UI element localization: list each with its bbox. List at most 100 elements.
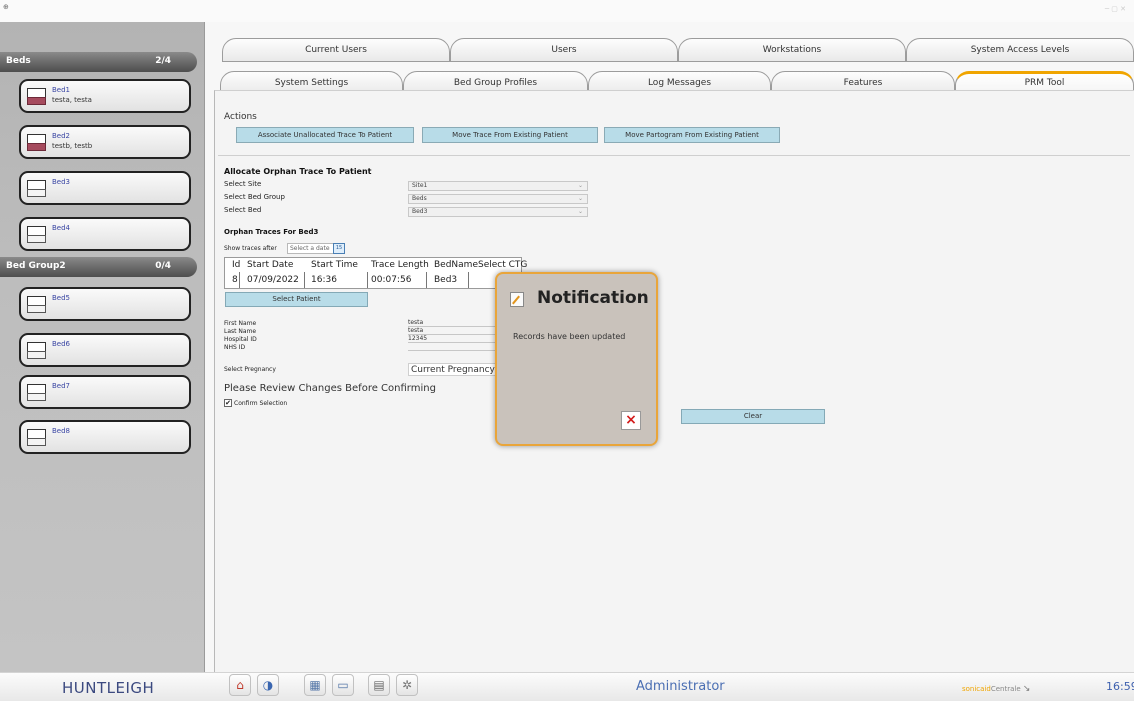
associate-unallocated-trace-button[interactable]: Associate Unallocated Trace To Patient [236,127,414,143]
window-controls[interactable]: ─ ▢ ✕ [1105,5,1126,13]
orphan-traces-heading: Orphan Traces For Bed3 [224,228,319,236]
bed-tile-bed4[interactable]: Bed4 [19,217,191,251]
nhs-id-field[interactable] [408,343,498,351]
logged-in-user: Administrator [636,679,725,694]
bed-select[interactable]: Bed3 ⌄ [408,207,588,217]
cell-start-time[interactable]: 16:36 [311,275,337,285]
bed-tile-bed5[interactable]: Bed5 [19,287,191,321]
bed-tile-bed7[interactable]: Bed7 [19,375,191,409]
bed-group-select[interactable]: Beds ⌄ [408,194,588,204]
group-count: 0/4 [155,261,171,271]
bed-tile-bed8[interactable]: Bed8 [19,420,191,454]
select-pregnancy-label: Select Pregnancy [224,366,276,373]
allocate-heading: Allocate Orphan Trace To Patient [224,167,372,176]
pregnancy-select[interactable]: Current Pregnancy [408,363,498,376]
bed-group-header-group2[interactable]: Bed Group2 0/4 [0,257,197,277]
cell-trace-length[interactable]: 00:07:56 [371,275,411,285]
notification-dialog: Notification Records have been updated × [495,272,658,446]
brand-left: sonicaid [962,685,991,693]
gear-icon[interactable]: ✲ [396,674,418,696]
tab-row-1: Current Users Users Workstations System … [218,38,1134,62]
monitor-icon[interactable]: ▭ [332,674,354,696]
divider [367,272,368,288]
date-picker-input[interactable]: Select a date [287,243,339,254]
grid-view-icon[interactable]: ▦ [304,674,326,696]
bed-icon [27,88,46,106]
group-name: Beds [6,56,31,66]
bed-patient-name: testb, testb [52,142,93,150]
huntleigh-logo: HUNTLEIGH [62,679,155,697]
prm-tool-panel [214,90,1134,672]
column-header-start-time[interactable]: Start Time [311,260,358,270]
cell-id[interactable]: 8 [232,275,238,285]
column-header-id[interactable]: Id [232,260,240,270]
bed-name: Bed6 [52,340,71,348]
notification-message: Records have been updated [513,332,626,341]
close-icon[interactable]: × [621,411,641,430]
window-title-strip: ⊕ ─ ▢ ✕ [0,0,1134,22]
bed-icon [27,429,46,447]
calendar-icon[interactable]: 15 [333,243,345,254]
notification-title: Notification [537,288,649,308]
network-icon: ↘ [1022,684,1031,694]
refresh-icon[interactable]: ◑ [257,674,279,696]
select-bed-group-label: Select Bed Group [224,193,285,201]
select-bed-label: Select Bed [224,206,262,214]
cell-bedname[interactable]: Bed3 [434,275,457,285]
divider [218,155,1130,156]
first-name-label: First Name [224,320,257,327]
sonicaid-centrale-logo: sonicaidCentrale ↘ [962,684,1030,694]
hospital-id-label: Hospital ID [224,336,257,343]
footer-bar: HUNTLEIGH ⌂ ◑ ▦ ▭ ▤ ✲ Administrator soni… [0,672,1134,701]
confirm-selection-checkbox[interactable]: ✔ [224,399,232,407]
column-header-trace-length[interactable]: Trace Length [371,260,429,270]
divider [304,272,305,288]
bed-name: Bed5 [52,294,71,302]
home-icon[interactable]: ⌂ [229,674,251,696]
move-partogram-button[interactable]: Move Partogram From Existing Patient [604,127,780,143]
site-value: Site1 [412,182,428,189]
select-patient-button[interactable]: Select Patient [225,292,368,307]
clear-button[interactable]: Clear [681,409,825,424]
bed-group-header-beds[interactable]: Beds 2/4 [0,52,197,72]
last-name-label: Last Name [224,328,257,335]
group-name: Bed Group2 [6,261,66,271]
bed-value: Bed3 [412,208,428,215]
divider [426,272,427,288]
hospital-id-field[interactable]: 12345 [408,335,498,343]
tab-current-users[interactable]: Current Users [222,38,450,62]
bed-tile-bed1[interactable]: Bed1 testa, testa [19,79,191,113]
nhs-id-label: NHS ID [224,344,246,351]
group-count: 2/4 [155,56,171,66]
column-header-select-ctg[interactable]: Select CTG [478,260,527,270]
last-name-field[interactable]: testa [408,327,498,335]
bed-name: Bed1 [52,86,71,94]
bed-tile-bed6[interactable]: Bed6 [19,333,191,367]
move-trace-button[interactable]: Move Trace From Existing Patient [422,127,598,143]
tab-users[interactable]: Users [450,38,678,62]
bed-group-value: Beds [412,195,427,202]
clock: 16:59 [1106,680,1134,693]
first-name-field[interactable]: testa [408,319,498,327]
bed-tile-bed3[interactable]: Bed3 [19,171,191,205]
bed-icon [27,296,46,314]
printer-icon[interactable]: ▤ [368,674,390,696]
cell-start-date[interactable]: 07/09/2022 [247,275,299,285]
brand-right: Centrale [990,685,1021,693]
orphan-traces-grid: Id Start Date Start Time Trace Length Be… [224,257,527,289]
chevron-down-icon: ⌄ [577,208,583,215]
column-header-bedname[interactable]: BedName [434,260,478,270]
actions-heading: Actions [224,112,257,122]
chevron-down-icon: ⌄ [577,182,583,189]
bed-name: Bed3 [52,178,71,186]
bed-tile-bed2[interactable]: Bed2 testb, testb [19,125,191,159]
chevron-down-icon: ⌄ [577,195,583,202]
bed-sidebar: Beds 2/4 Bed1 testa, testa Bed2 testb, t… [0,22,205,672]
confirm-selection-label: Confirm Selection [234,400,288,407]
tab-workstations[interactable]: Workstations [678,38,906,62]
column-header-start-date[interactable]: Start Date [247,260,293,270]
tab-system-access-levels[interactable]: System Access Levels [906,38,1134,62]
review-changes-text: Please Review Changes Before Confirming [224,383,436,394]
site-select[interactable]: Site1 ⌄ [408,181,588,191]
edit-note-icon [510,292,524,307]
